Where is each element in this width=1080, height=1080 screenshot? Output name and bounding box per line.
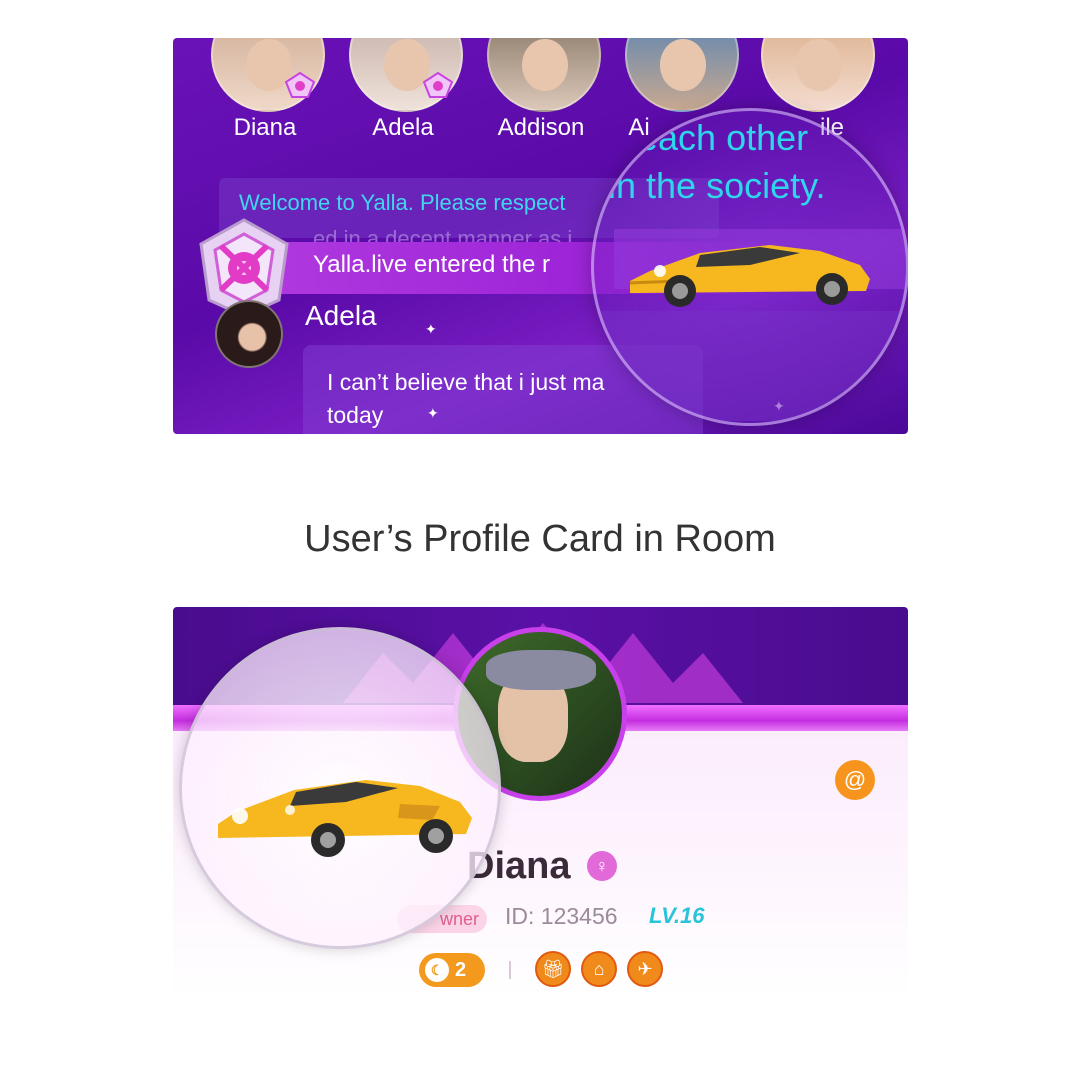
chat-user-avatar[interactable] bbox=[215, 300, 283, 368]
magnified-text-line1: each other bbox=[638, 117, 809, 158]
chat-room-panel: Diana Adela Addison Ai ile Welcome to Ya… bbox=[173, 38, 908, 434]
rank-badge-icon bbox=[285, 72, 315, 98]
female-icon: ♀ bbox=[587, 851, 617, 881]
rank-badge-icon bbox=[423, 72, 453, 98]
avatar-bandana bbox=[486, 650, 596, 690]
sports-car-icon bbox=[629, 245, 870, 307]
avatar-addison[interactable] bbox=[487, 38, 601, 112]
magnified-message bbox=[594, 311, 906, 421]
avatar-face bbox=[660, 38, 707, 92]
avatar-face bbox=[522, 38, 569, 92]
avatar-ai[interactable] bbox=[625, 38, 739, 112]
mention-button[interactable]: @ bbox=[835, 760, 875, 800]
sports-car-icon bbox=[218, 780, 472, 857]
magnified-text-line2: in the society. bbox=[608, 165, 826, 206]
avatar-face bbox=[796, 38, 843, 92]
divider bbox=[509, 961, 511, 979]
avatar-name: Adela bbox=[372, 114, 434, 141]
helicopter-icon[interactable]: ✈ bbox=[627, 951, 663, 987]
sparkle-icon: ✦ bbox=[425, 321, 437, 337]
sparkle-icon: ✦ bbox=[427, 405, 439, 421]
follow-count: 2 bbox=[455, 959, 467, 981]
magnifier-lens bbox=[179, 627, 501, 949]
house-icon[interactable]: ⌂ bbox=[581, 951, 617, 987]
entry-banner-text: Yalla.live entered the r bbox=[313, 251, 551, 278]
magnifier-lens: each other in the society. bbox=[591, 108, 908, 426]
user-id: ID: 123456 bbox=[505, 903, 618, 929]
gift-icon[interactable]: 🎁︎ bbox=[535, 951, 571, 987]
avatar-ile[interactable] bbox=[761, 38, 875, 112]
profile-card-panel: @ Diana ♀ wner ID: 123456 LV.16 ☾ 2 🎁︎ ⌂… bbox=[173, 607, 908, 997]
follow-count-pill[interactable]: ☾ 2 bbox=[419, 953, 485, 987]
avatar-name: Addison bbox=[497, 114, 585, 141]
welcome-message: Welcome to Yalla. Please respect bbox=[239, 190, 566, 215]
moon-icon: ☾ bbox=[425, 958, 449, 982]
level-badge: LV.16 bbox=[649, 903, 705, 928]
avatar-name: Diana bbox=[233, 114, 297, 141]
chat-user-name[interactable]: Adela bbox=[305, 300, 377, 332]
section-caption: User’s Profile Card in Room bbox=[304, 518, 776, 560]
